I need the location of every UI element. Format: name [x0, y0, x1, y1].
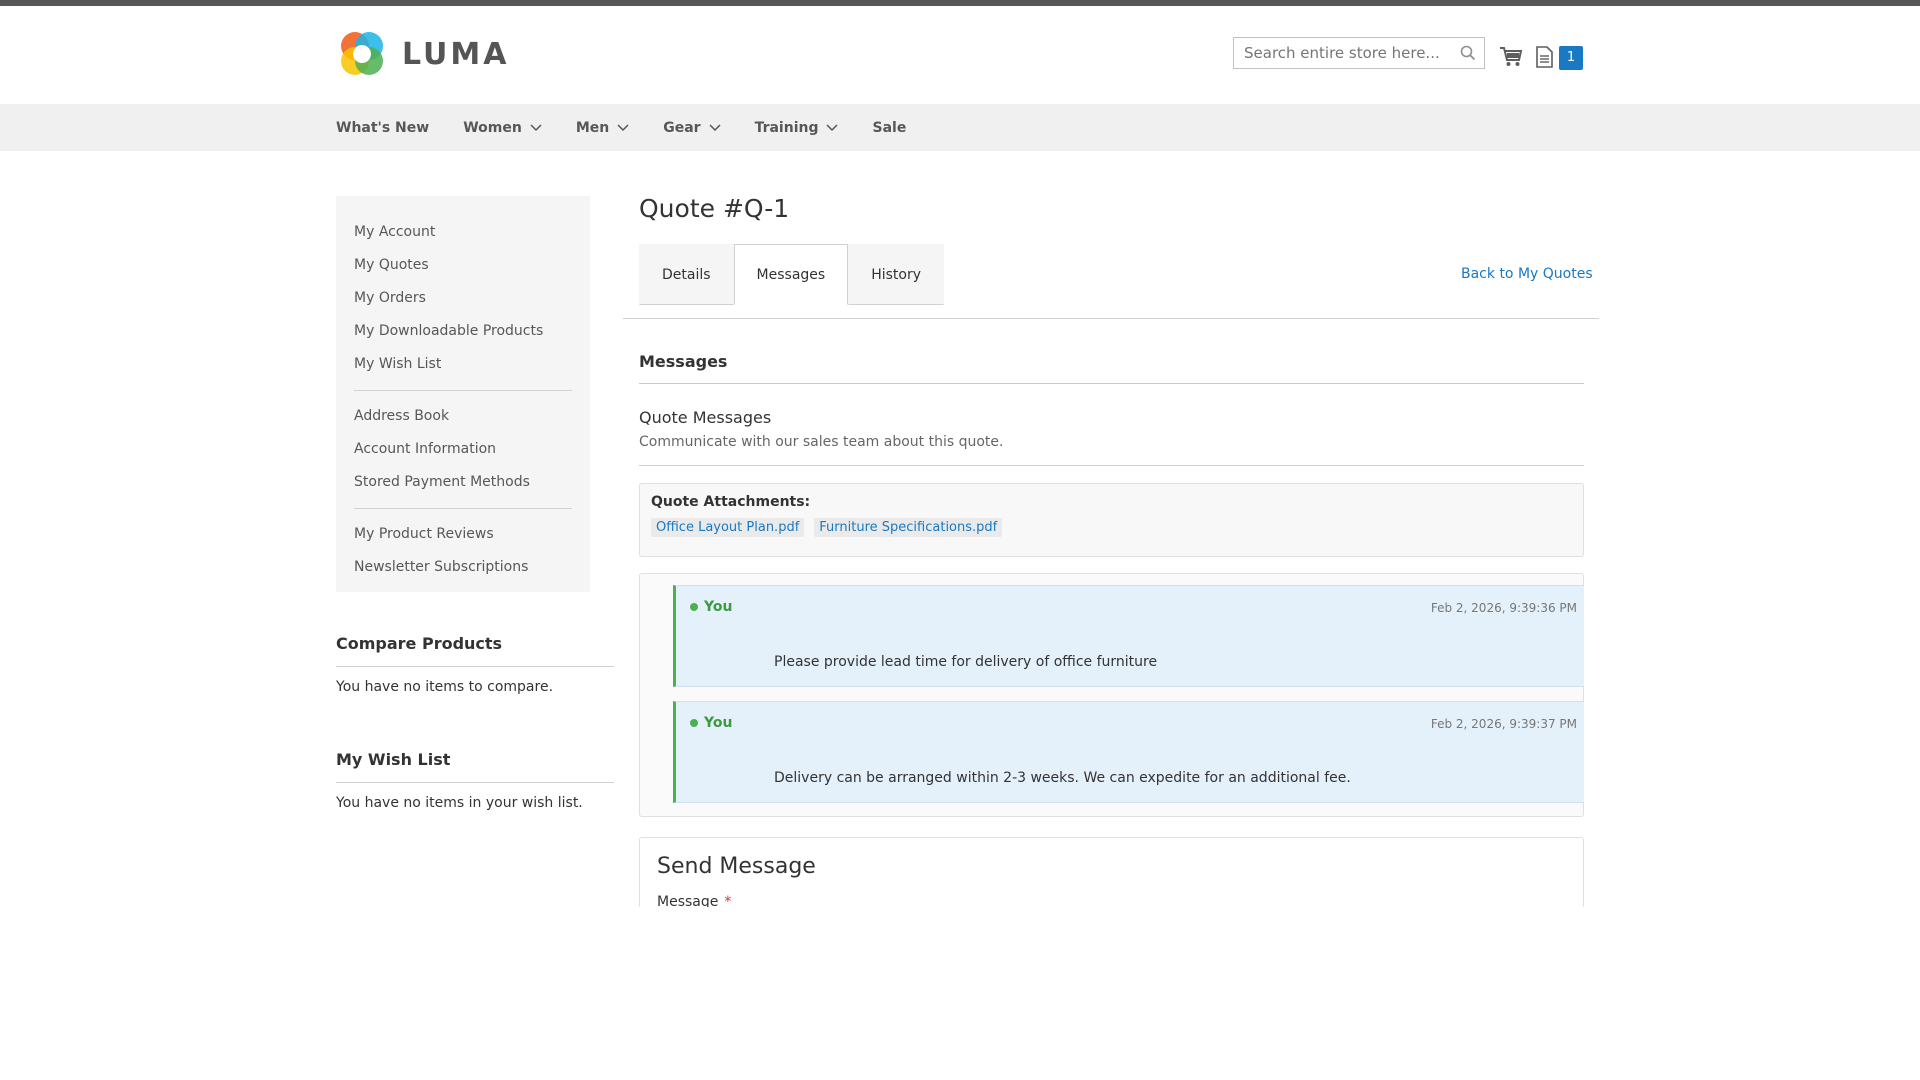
- chevron-down-icon: [617, 123, 629, 131]
- logo-text: LUMA: [402, 36, 510, 72]
- store-logo[interactable]: LUMA: [336, 28, 509, 80]
- divider: [639, 465, 1584, 466]
- luma-logo-icon: [341, 32, 383, 75]
- tabs-divider: [623, 318, 1599, 319]
- sidebar-item-my-downloadable-products[interactable]: My Downloadable Products: [354, 315, 590, 348]
- status-dot-icon: [690, 719, 698, 727]
- nav-item-label: Sale: [872, 119, 907, 136]
- nav-item-label: Men: [575, 119, 610, 136]
- sidebar-item-address-book[interactable]: Address Book: [354, 400, 590, 433]
- quote-count-badge[interactable]: 1: [1559, 46, 1583, 70]
- account-sidebar: My Account My Quotes My Orders My Downloada…: [336, 196, 590, 592]
- sidebar-divider: [354, 390, 572, 391]
- sidebar-item-account-information[interactable]: Account Information: [354, 433, 590, 466]
- nav-item-training[interactable]: Training: [755, 104, 839, 151]
- quote-attachments-box: Quote Attachments: Office Layout Plan.pd…: [639, 483, 1584, 557]
- quote-document-icon[interactable]: [1535, 46, 1553, 68]
- attachment-link[interactable]: Office Layout Plan.pdf: [651, 518, 805, 537]
- nav-item-label: Gear: [663, 119, 701, 136]
- compare-products-empty-text: You have no items to compare.: [336, 679, 554, 695]
- quote-messages-title: Quote Messages: [639, 408, 772, 427]
- wishlist-empty-text: You have no items in your wish list.: [336, 795, 583, 811]
- message-item: You Feb 2, 2026, 9:39:36 PM Please provide…: [673, 585, 1584, 687]
- message-label-text: Message: [657, 894, 719, 907]
- divider: [336, 782, 614, 783]
- message-author-name: You: [704, 599, 733, 615]
- chevron-down-icon: [826, 123, 839, 131]
- sidebar-item-my-quotes[interactable]: My Quotes: [354, 249, 590, 282]
- back-to-my-quotes-link[interactable]: Back to My Quotes: [1461, 266, 1593, 282]
- sidebar-item-newsletter-subscriptions[interactable]: Newsletter Subscriptions: [354, 551, 590, 584]
- message-timestamp: Feb 2, 2026, 9:39:37 PM: [1430, 717, 1577, 731]
- page-title: Quote #Q-1: [639, 194, 790, 223]
- chevron-down-icon: [709, 123, 721, 131]
- messages-list: You Feb 2, 2026, 9:39:36 PM Please provide…: [639, 573, 1584, 817]
- sidebar-item-stored-payment-methods[interactable]: Stored Payment Methods: [354, 466, 590, 499]
- sidebar-item-my-product-reviews[interactable]: My Product Reviews: [354, 518, 590, 551]
- message-text: Please provide lead time for delivery of…: [774, 654, 1158, 670]
- quote-attachments-label: Quote Attachments:: [651, 494, 811, 510]
- sidebar-item-my-orders[interactable]: My Orders: [354, 282, 590, 315]
- tab-details[interactable]: Details: [639, 244, 734, 305]
- tab-history[interactable]: History: [848, 244, 945, 305]
- nav-item-label: What's New: [336, 119, 430, 136]
- message-item: You Feb 2, 2026, 9:39:37 PM Delivery can b…: [673, 701, 1584, 803]
- chevron-down-icon: [530, 123, 542, 131]
- sidebar-item-my-account[interactable]: My Account: [354, 216, 590, 249]
- message-field-label: Message *: [657, 894, 731, 907]
- attachment-link[interactable]: Furniture Specifications.pdf: [814, 518, 1003, 537]
- cart-icon[interactable]: [1499, 46, 1523, 68]
- wishlist-title: My Wish List: [336, 750, 451, 769]
- header: LUMA 1: [0, 6, 1920, 104]
- search-box: [1233, 37, 1485, 69]
- quote-tabs: Details Messages History: [639, 244, 945, 306]
- nav-item-label: Women: [463, 119, 522, 136]
- required-asterisk: *: [724, 894, 732, 907]
- attachments-list: Office Layout Plan.pdf Furniture Specific…: [651, 518, 1572, 537]
- message-author: You: [690, 599, 732, 615]
- message-text: Delivery can be arranged within 2-3 week…: [774, 770, 1351, 786]
- send-message-title: Send Message: [657, 854, 816, 879]
- quote-messages-subtitle: Communicate with our sales team about th…: [639, 434, 1004, 450]
- nav-item-women[interactable]: Women: [463, 104, 542, 151]
- compare-products-title: Compare Products: [336, 634, 503, 653]
- divider: [639, 383, 1584, 384]
- nav-item-men[interactable]: Men: [576, 104, 629, 151]
- search-icon[interactable]: [1460, 45, 1476, 61]
- status-dot-icon: [690, 603, 698, 611]
- messages-section-title: Messages: [639, 352, 728, 371]
- tab-messages[interactable]: Messages: [733, 244, 849, 305]
- message-author-name: You: [704, 715, 733, 731]
- message-author: You: [690, 715, 732, 731]
- search-input[interactable]: [1234, 38, 1484, 68]
- message-timestamp: Feb 2, 2026, 9:39:36 PM: [1430, 601, 1577, 615]
- nav-item-gear[interactable]: Gear: [663, 104, 721, 151]
- main-navigation: What's New Women Men Gear Training Sale: [0, 104, 1920, 151]
- nav-item-what-s-new[interactable]: What's New: [336, 104, 429, 151]
- nav-item-sale[interactable]: Sale: [872, 104, 906, 151]
- send-message-form: Send Message Message *: [639, 837, 1584, 907]
- sidebar-divider: [354, 508, 572, 509]
- sidebar-item-my-wish-list[interactable]: My Wish List: [354, 348, 590, 381]
- nav-item-label: Training: [754, 119, 819, 136]
- divider: [336, 666, 614, 667]
